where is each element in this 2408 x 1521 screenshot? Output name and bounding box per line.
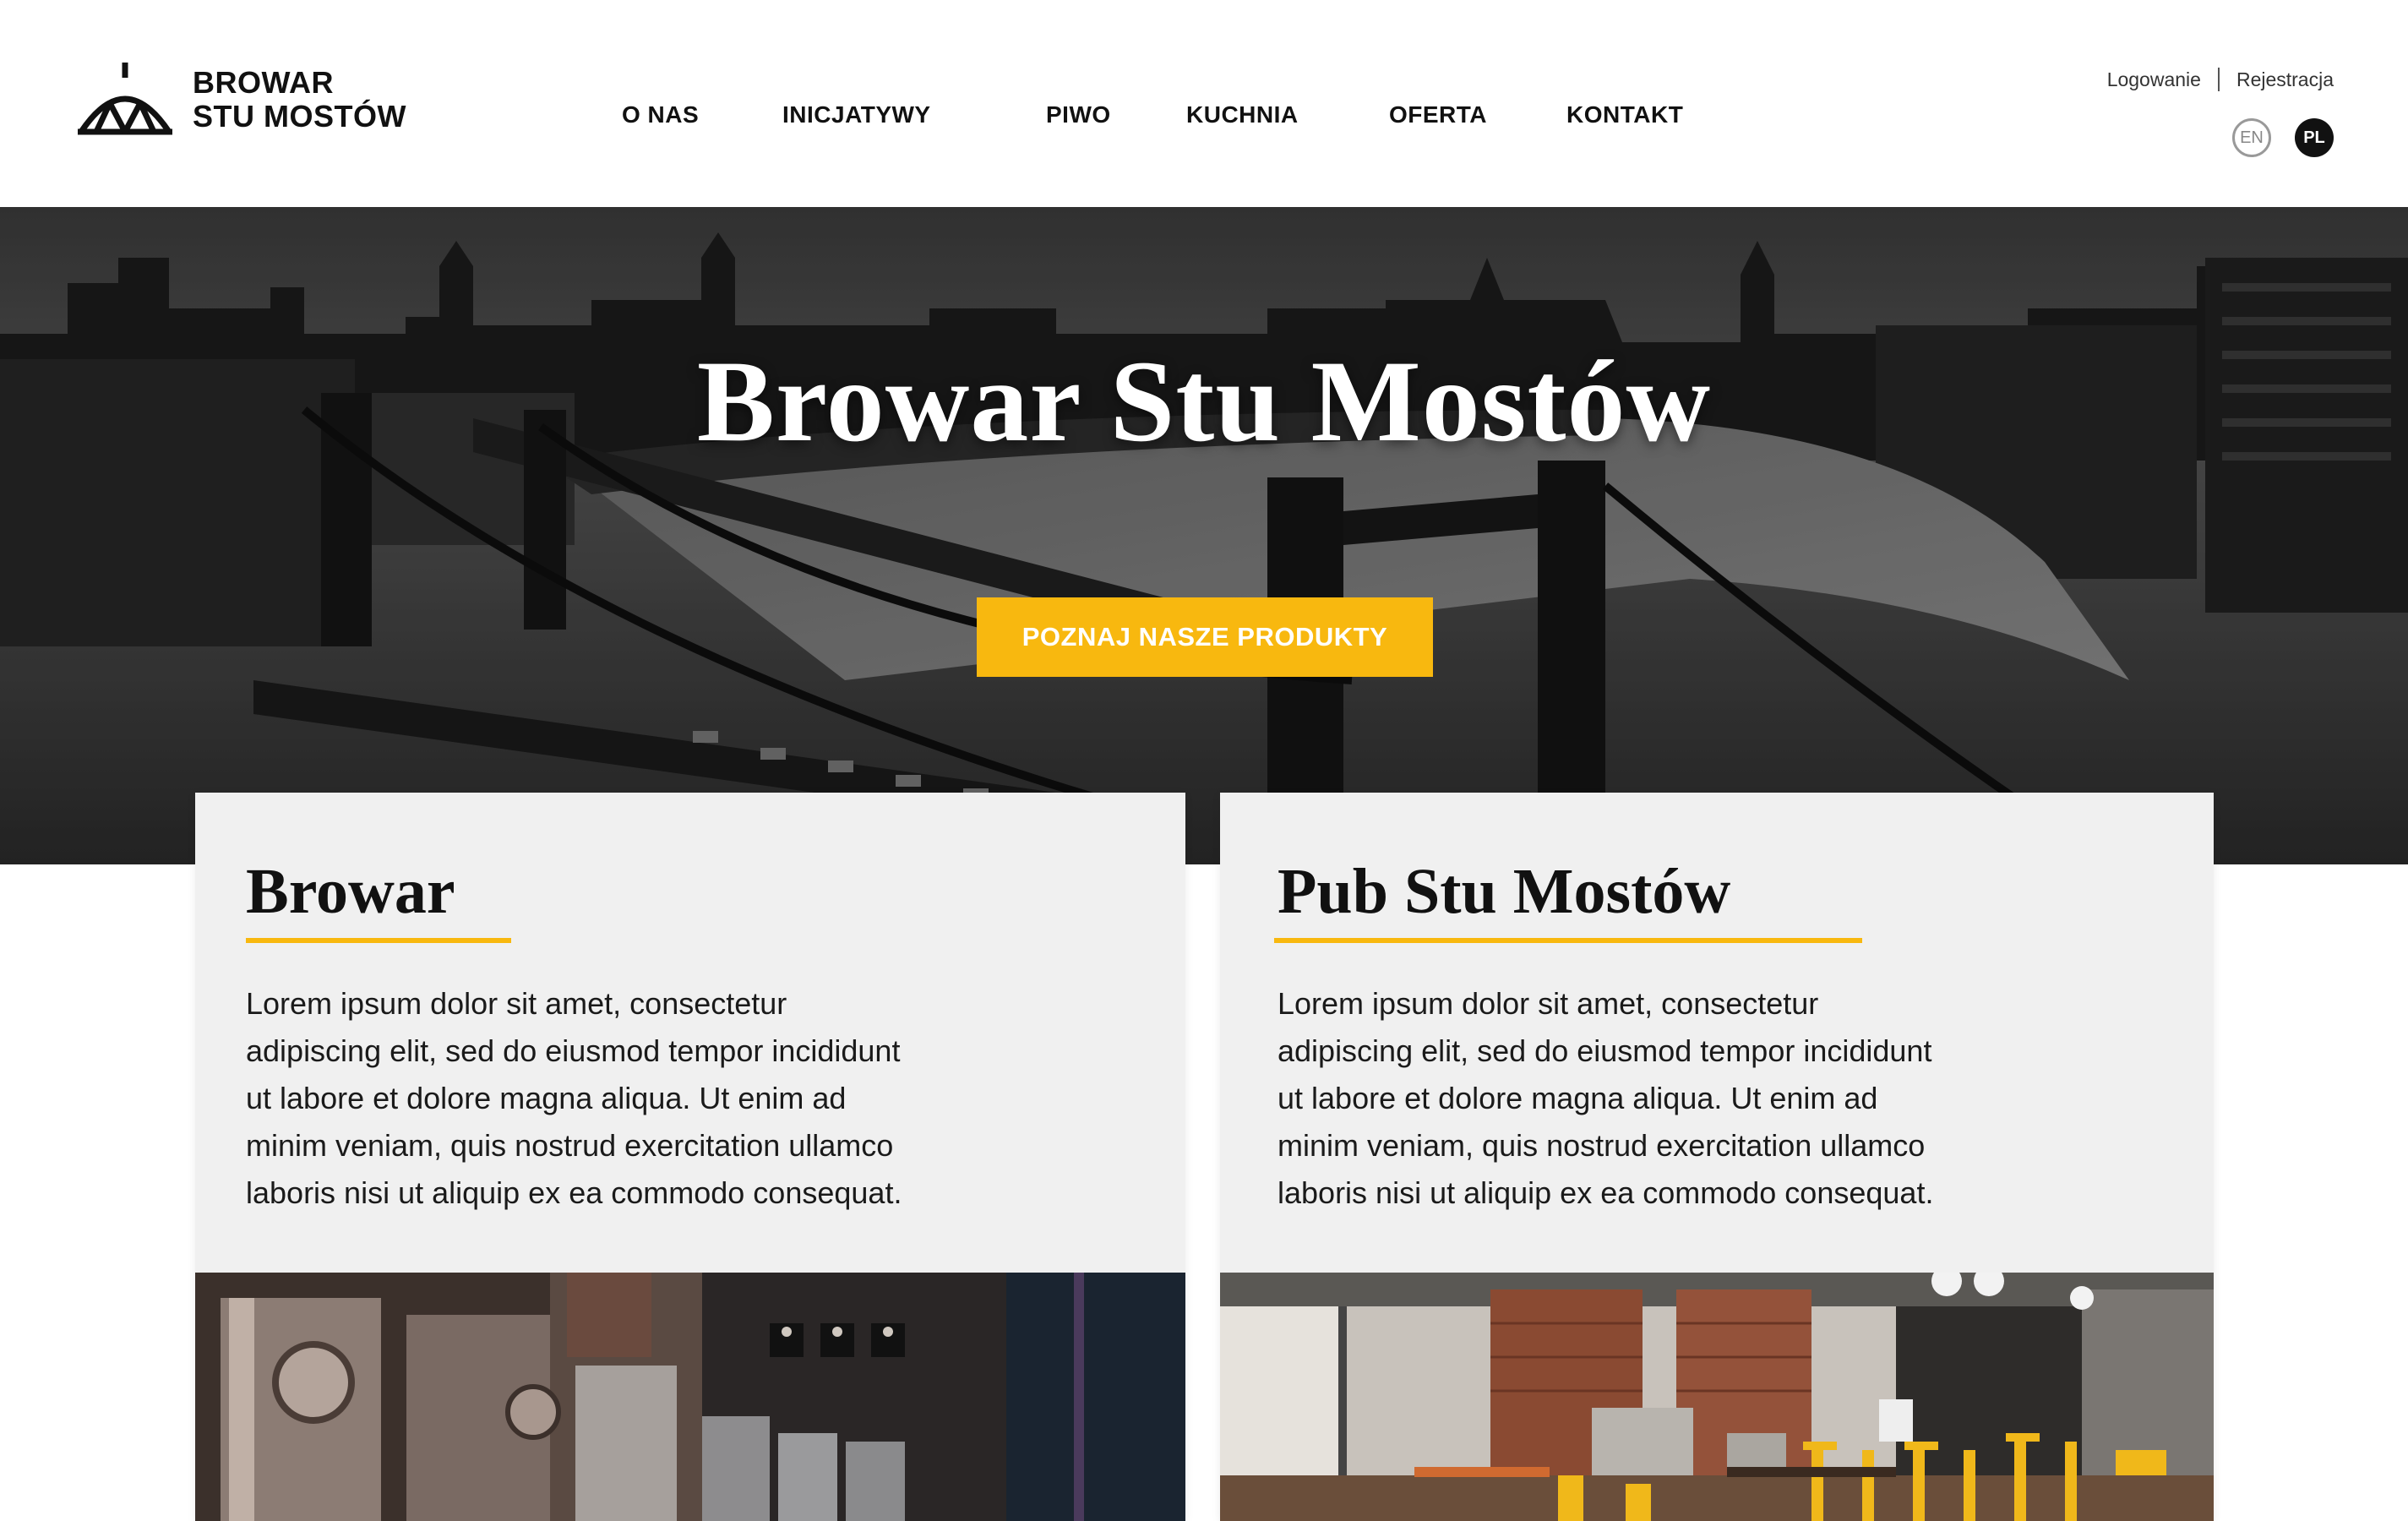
auth-links: Logowanie Rejestracja [2107, 68, 2334, 91]
title-underline [246, 938, 511, 943]
brewery-tanks-image [195, 1273, 1185, 1521]
card-description: Lorem ipsum dolor sit amet, consectetur … [1278, 986, 1934, 1210]
title-underline [1274, 938, 1862, 943]
auth-divider [2217, 68, 2220, 91]
lang-pl-button[interactable]: PL [2295, 118, 2334, 157]
lang-en-button[interactable]: EN [2232, 118, 2271, 157]
card-title: Pub Stu Mostów [1278, 856, 1731, 927]
hero-city-bridge-image [0, 207, 2408, 864]
explore-products-button[interactable]: POZNAJ NASZE PRODUKTY [977, 597, 1433, 677]
bridge-logo-icon [78, 63, 172, 135]
card-browar: Browar Lorem ipsum dolor sit amet, conse… [195, 793, 1185, 1521]
site-logo[interactable]: BROWAR STU MOSTÓW [73, 57, 411, 142]
nav-item-o-nas[interactable]: O NAS [622, 101, 699, 128]
site-header: BROWAR STU MOSTÓW O NAS INICJATYWY PIWO … [0, 0, 2408, 207]
register-link[interactable]: Rejestracja [2236, 68, 2334, 91]
hero-section: Browar Stu Mostów POZNAJ NASZE PRODUKTY [0, 207, 2408, 864]
nav-item-piwo[interactable]: PIWO [1046, 101, 1111, 128]
pub-interior-image [1220, 1273, 2214, 1521]
login-link[interactable]: Logowanie [2107, 68, 2201, 91]
logo-line-1: BROWAR [193, 65, 334, 100]
nav-item-kuchnia[interactable]: KUCHNIA [1186, 101, 1299, 128]
logo-text: BROWAR STU MOSTÓW [193, 66, 406, 134]
nav-item-kontakt[interactable]: KONTAKT [1566, 101, 1683, 128]
hero-title: Browar Stu Mostów [696, 336, 1712, 466]
nav-item-inicjatywy[interactable]: INICJATYWY [782, 101, 931, 128]
logo-line-2: STU MOSTÓW [193, 99, 406, 134]
card-pub: Pub Stu Mostów Lorem ipsum dolor sit ame… [1220, 793, 2214, 1521]
nav-item-oferta[interactable]: OFERTA [1389, 101, 1487, 128]
card-title: Browar [246, 856, 455, 927]
card-description: Lorem ipsum dolor sit amet, consectetur … [246, 986, 902, 1210]
language-switcher: EN PL [2232, 118, 2334, 157]
